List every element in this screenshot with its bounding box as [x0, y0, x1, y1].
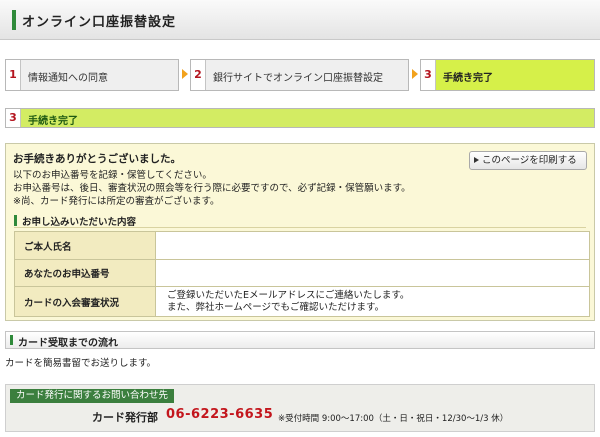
step-number: 3 — [421, 60, 436, 90]
row-label-review-status: カードの入会審査状況 — [14, 286, 156, 317]
contact-hours: ※受付時間 9:00～17:00（土・日・祝日・12/30～1/3 休） — [278, 414, 509, 424]
delivery-heading: カード受取までの流れ — [18, 338, 118, 349]
section-accent-bar — [10, 335, 13, 345]
delivery-section-header: カード受取までの流れ — [5, 331, 595, 349]
step-arrow-icon — [182, 69, 188, 79]
application-number-value — [155, 259, 590, 287]
subheading-accent-bar — [14, 215, 17, 226]
thanks-heading: お手続きありがとうございました。 — [13, 153, 181, 165]
thanks-line: お申込番号は、後日、審査状況の照会等を行う際に必要ですので、必ず記録・保管願いま… — [13, 183, 411, 194]
application-heading: お申し込みいただいた内容 — [22, 217, 137, 228]
play-triangle-icon — [474, 157, 479, 163]
contact-department: カード発行部 — [92, 411, 158, 424]
section-label: 手続き完了 — [28, 116, 78, 127]
delivery-text: カードを簡易書留でお送りします。 — [5, 358, 157, 369]
step-label: 銀行サイトでオンライン口座振替設定 — [213, 73, 383, 84]
page-header: オンライン口座振替設定 — [0, 0, 600, 40]
print-page-button[interactable]: このページを印刷する — [469, 151, 587, 170]
contact-phone: 06-6223-6635 — [166, 407, 274, 422]
page-title: オンライン口座振替設定 — [22, 15, 177, 30]
applicant-name-value — [155, 231, 590, 260]
step-number: 2 — [191, 60, 206, 90]
step-3-active: 3 手続き完了 — [420, 59, 595, 91]
completion-panel: お手続きありがとうございました。 以下のお申込番号を記録・保管してください。 お… — [5, 143, 595, 321]
section-header: 3 手続き完了 — [5, 108, 595, 128]
contact-box: カード発行に関するお問い合わせ先 カード発行部 06-6223-6635 ※受付… — [5, 384, 595, 432]
review-status-line: また、弊社ホームページでもご確認いただけます。 — [167, 301, 385, 313]
print-button-label: このページを印刷する — [482, 155, 577, 166]
row-label-name: ご本人氏名 — [14, 231, 156, 260]
step-label: 手続き完了 — [443, 73, 493, 84]
section-number: 3 — [6, 109, 21, 127]
step-1: 1 情報通知への同意 — [5, 59, 179, 91]
step-arrow-icon — [412, 69, 418, 79]
thanks-line: ※尚、カード発行には所定の審査がございます。 — [13, 196, 220, 207]
step-number: 1 — [6, 60, 21, 90]
application-table: ご本人氏名 あなたのお申込番号 カードの入会審査状況 ご登録いただいたEメールア… — [14, 231, 590, 317]
review-status-line: ご登録いただいたEメールアドレスにご連絡いたします。 — [167, 289, 410, 301]
table-row: あなたのお申込番号 — [14, 259, 590, 287]
thanks-line: 以下のお申込番号を記録・保管してください。 — [13, 170, 212, 181]
application-subheading: お申し込みいただいた内容 — [14, 214, 586, 228]
row-label-application-number: あなたのお申込番号 — [14, 259, 156, 287]
progress-steps: 1 情報通知への同意 2 銀行サイトでオンライン口座振替設定 3 手続き完了 — [5, 59, 595, 91]
contact-tag: カード発行に関するお問い合わせ先 — [10, 389, 175, 403]
review-status-value: ご登録いただいたEメールアドレスにご連絡いたします。 また、弊社ホームページでも… — [155, 286, 590, 317]
title-accent-bar — [12, 10, 16, 30]
table-row: カードの入会審査状況 ご登録いただいたEメールアドレスにご連絡いたします。 また… — [14, 286, 590, 317]
table-row: ご本人氏名 — [14, 231, 590, 260]
step-label: 情報通知への同意 — [28, 73, 108, 84]
step-2: 2 銀行サイトでオンライン口座振替設定 — [190, 59, 409, 91]
